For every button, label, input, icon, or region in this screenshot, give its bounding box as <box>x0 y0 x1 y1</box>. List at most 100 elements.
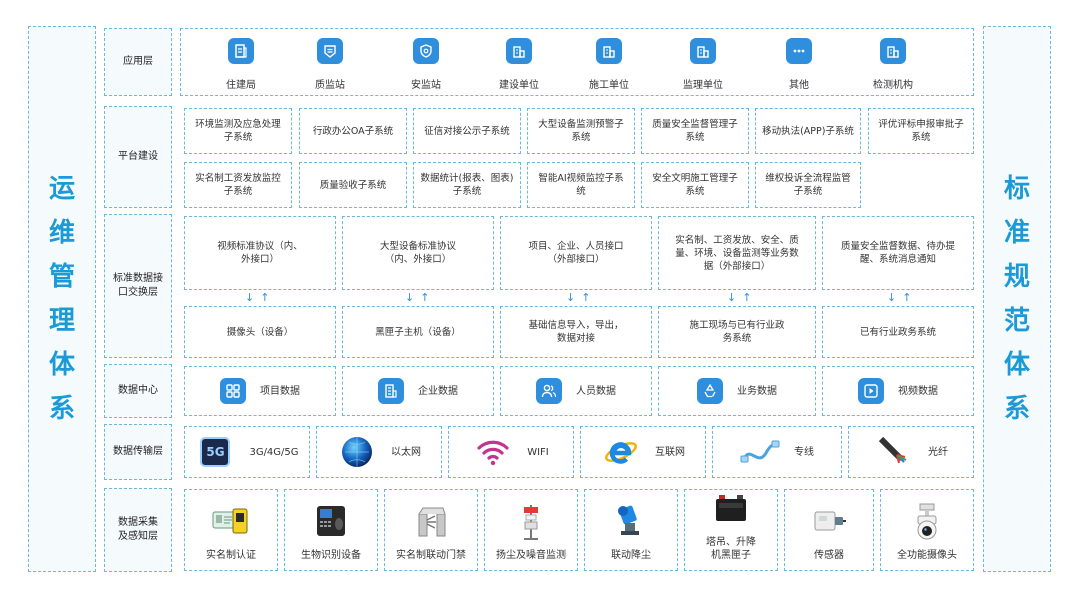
platform-subsystem[interactable]: 环境监测及应急处理子系统 <box>184 108 292 154</box>
more-icon <box>786 38 812 64</box>
company-icon <box>378 378 404 404</box>
wifi-icon <box>473 434 513 470</box>
app-item-other[interactable]: 其他 <box>759 38 839 91</box>
device-label: 实名制联动门禁 <box>396 550 466 561</box>
ie-icon <box>601 434 641 470</box>
device-label: 联动降尘 <box>611 550 651 561</box>
device-dust-noise[interactable]: 扬尘及噪音监测 <box>484 489 578 571</box>
left-title-panel: 运 维 管 理 体 系 <box>28 26 96 572</box>
device-biometric[interactable]: 生物识别设备 <box>284 489 378 571</box>
app-item-quality-station[interactable]: 质监站 <box>290 38 370 91</box>
interface-protocol[interactable]: 质量安全监督数据、待办提醒、系统消息通知 <box>822 216 974 290</box>
building-icon <box>506 38 532 64</box>
device-access-gate[interactable]: 实名制联动门禁 <box>384 489 478 571</box>
platform-subsystem[interactable]: 评优评标申报审批子系统 <box>868 108 974 154</box>
transport-ethernet[interactable]: 以太网 <box>316 426 442 478</box>
platform-subsystem[interactable]: 移动执法(APP)子系统 <box>755 108 861 154</box>
app-label: 其他 <box>789 80 809 91</box>
device-fog-cannon[interactable]: 联动降尘 <box>584 489 678 571</box>
datacenter-enterprise[interactable]: 企业数据 <box>342 366 494 416</box>
recycle-icon <box>697 378 723 404</box>
interface-endpoint[interactable]: 基础信息导入，导出，数据对接 <box>500 306 652 358</box>
app-item-contractor[interactable]: 施工单位 <box>569 38 649 91</box>
platform-subsystem[interactable]: 大型设备监测预警子系统 <box>527 108 635 154</box>
device-dome-camera[interactable]: 全功能摄像头 <box>880 489 974 571</box>
platform-subsystem[interactable]: 征信对接公示子系统 <box>413 108 521 154</box>
sensor-icon <box>809 503 849 539</box>
datacenter-business[interactable]: 业务数据 <box>658 366 816 416</box>
app-label: 建设单位 <box>499 80 539 91</box>
interface-endpoint[interactable]: 黑匣子主机（设备） <box>342 306 494 358</box>
transport-wifi[interactable]: WIFI <box>448 426 574 478</box>
platform-subsystem[interactable]: 实名制工资发放监控子系统 <box>184 162 292 208</box>
app-item-housing-bureau[interactable]: 住建局 <box>201 38 281 91</box>
right-title-panel: 标 准 规 范 体 系 <box>983 26 1051 572</box>
app-label: 监理单位 <box>683 80 723 91</box>
transport-leased-line[interactable]: 专线 <box>712 426 842 478</box>
layer-label-platform: 平台建设 <box>104 106 172 208</box>
people-icon <box>536 378 562 404</box>
building-icon <box>880 38 906 64</box>
left-title-char: 维 <box>48 218 75 248</box>
app-label: 检测机构 <box>873 80 913 91</box>
interface-protocol[interactable]: 视频标准协议（内、外接口） <box>184 216 336 290</box>
id-card-icon <box>211 503 251 539</box>
transport-fiber[interactable]: 光纤 <box>848 426 974 478</box>
right-title-char: 范 <box>1003 306 1030 336</box>
app-item-construction-owner[interactable]: 建设单位 <box>479 38 559 91</box>
transport-label: WIFI <box>527 446 549 458</box>
interface-endpoint[interactable]: 摄像头（设备） <box>184 306 336 358</box>
exchange-arrows: ↓↑ <box>887 291 918 304</box>
device-sensor[interactable]: 传感器 <box>784 489 874 571</box>
globe-icon <box>337 434 377 470</box>
interface-protocol[interactable]: 实名制、工资发放、安全、质量、环境、设备监测等业务数据（外部接口） <box>658 216 816 290</box>
shield-icon <box>413 38 439 64</box>
platform-subsystem[interactable]: 质量验收子系统 <box>299 162 407 208</box>
app-label: 安监站 <box>411 80 441 91</box>
fiber-icon <box>874 434 914 470</box>
transport-label: 光纤 <box>928 446 948 458</box>
layer-label-datacenter: 数据中心 <box>104 364 172 418</box>
interface-endpoint[interactable]: 已有行业政务系统 <box>822 306 974 358</box>
app-item-testing-agency[interactable]: 检测机构 <box>853 38 933 91</box>
document-icon <box>228 38 254 64</box>
exchange-arrows: ↓↑ <box>566 291 597 304</box>
datacenter-label: 业务数据 <box>737 385 777 397</box>
layer-label-transport: 数据传输层 <box>104 424 172 480</box>
datacenter-project[interactable]: 项目数据 <box>184 366 336 416</box>
platform-subsystem[interactable]: 行政办公OA子系统 <box>299 108 407 154</box>
device-label: 传感器 <box>814 550 844 561</box>
app-label: 住建局 <box>226 80 256 91</box>
left-title-char: 理 <box>48 306 75 336</box>
layer-label-app: 应用层 <box>104 28 172 96</box>
fingerprint-device-icon <box>311 503 351 539</box>
building-icon <box>690 38 716 64</box>
interface-endpoint[interactable]: 施工现场与已有行业政务系统 <box>658 306 816 358</box>
left-title-char: 管 <box>48 262 75 292</box>
transport-label: 以太网 <box>391 446 421 458</box>
platform-subsystem[interactable]: 智能AI视频监控子系统 <box>527 162 635 208</box>
app-item-safety-station[interactable]: 安监站 <box>386 38 466 91</box>
device-blackbox[interactable]: 塔吊、升降机黑匣子 <box>684 489 778 571</box>
platform-subsystem[interactable]: 安全文明施工管理子系统 <box>641 162 749 208</box>
interface-protocol[interactable]: 大型设备标准协议（内、外接口） <box>342 216 494 290</box>
transport-mobile[interactable]: 5G 3G/4G/5G <box>184 426 310 478</box>
right-title-char: 系 <box>1003 394 1030 424</box>
dome-camera-icon <box>907 503 947 540</box>
left-title-char: 体 <box>48 350 75 380</box>
app-label: 质监站 <box>315 80 345 91</box>
platform-subsystem[interactable]: 数据统计(报表、图表)子系统 <box>413 162 521 208</box>
datacenter-personnel[interactable]: 人员数据 <box>500 366 652 416</box>
transport-label: 互联网 <box>655 446 685 458</box>
device-realname-auth[interactable]: 实名制认证 <box>184 489 278 571</box>
app-item-supervisor[interactable]: 监理单位 <box>663 38 743 91</box>
interface-protocol[interactable]: 项目、企业、人员接口（外部接口） <box>500 216 652 290</box>
platform-subsystem[interactable]: 维权投诉全流程监管子系统 <box>755 162 861 208</box>
transport-internet[interactable]: 互联网 <box>580 426 706 478</box>
device-label: 全功能摄像头 <box>897 550 957 561</box>
platform-subsystem[interactable]: 质量安全监督管理子系统 <box>641 108 749 154</box>
5g-badge: 5G <box>200 437 231 467</box>
datacenter-label: 企业数据 <box>418 385 458 397</box>
datacenter-video[interactable]: 视频数据 <box>822 366 974 416</box>
device-label: 实名制认证 <box>206 550 256 561</box>
